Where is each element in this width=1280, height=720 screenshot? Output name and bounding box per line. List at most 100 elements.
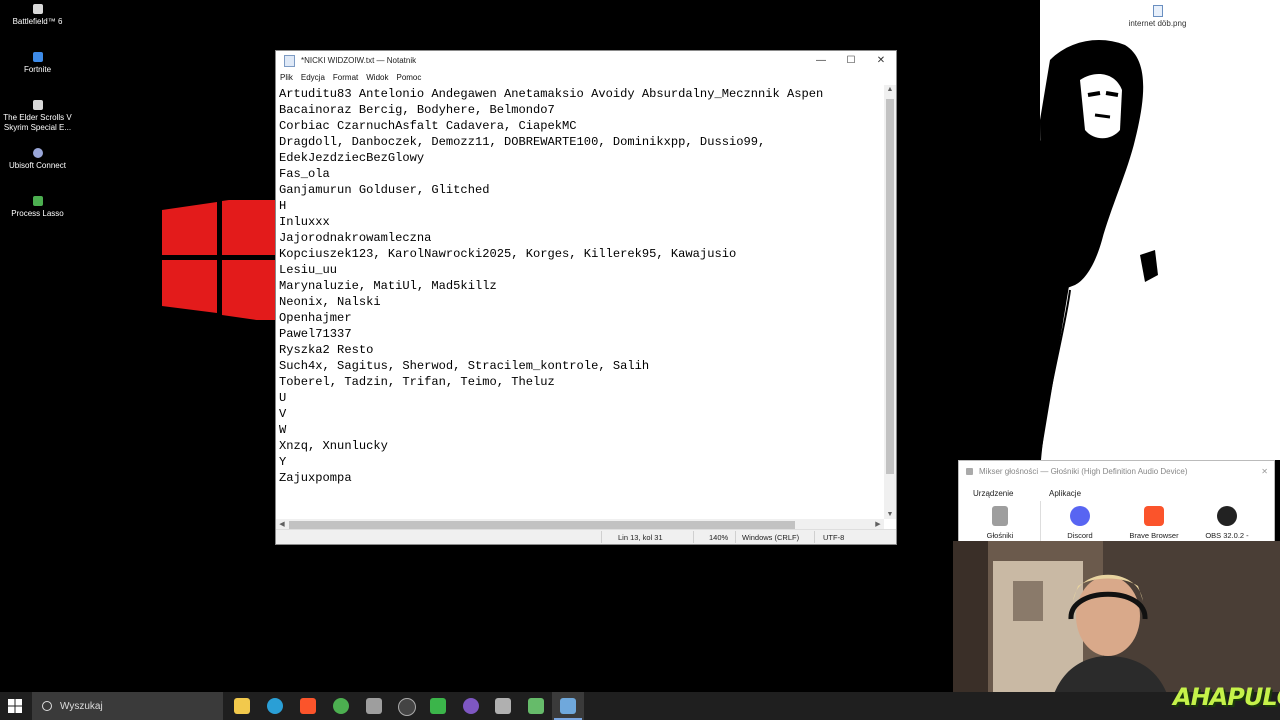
text-line[interactable]: Pawel71337	[279, 326, 883, 342]
horizontal-scroll-thumb[interactable]	[289, 521, 795, 529]
scroll-up-icon[interactable]: ▲	[884, 86, 896, 93]
text-line[interactable]: Artuditu83 Antelonio Andegawen Anetamaks…	[279, 86, 883, 102]
close-icon[interactable]: ✕	[1261, 467, 1268, 476]
desktop-file-icon[interactable]: internet döb.png	[1125, 5, 1190, 28]
menu-format[interactable]: Format	[333, 73, 358, 82]
notepad-titlebar[interactable]: *NICKI WIDZOIW.txt — Notatnik — ☐ ✕	[276, 51, 896, 70]
text-line[interactable]: Fas_ola	[279, 166, 883, 182]
notepad-app-icon	[284, 54, 295, 67]
device-header: Urządzenie	[973, 489, 1014, 498]
desktop-file-label: internet döb.png	[1128, 19, 1187, 28]
text-content[interactable]: Artuditu83 Antelonio Andegawen Anetamaks…	[279, 86, 883, 568]
menu-bar: Plik Edycja Format Widok Pomoc	[276, 70, 896, 85]
taskbar-app-icon[interactable]	[366, 698, 382, 714]
desktop-icon-ubisoft[interactable]: Ubisoft Connect	[0, 148, 75, 171]
desktop-icon-label: Process Lasso	[11, 209, 64, 218]
mixer-device-speakers[interactable]: Głośniki	[965, 506, 1035, 540]
taskbar-obs-icon[interactable]	[398, 698, 416, 716]
text-line[interactable]: Corbiac CzarnuchAsfalt Cadavera, CiapekM…	[279, 118, 883, 134]
desktop-icon-fortnite[interactable]: Fortnite	[0, 52, 75, 75]
taskbar-brave-icon[interactable]	[300, 698, 316, 714]
desktop-icon-battlefield[interactable]: Battlefield™ 6	[0, 4, 75, 27]
menu-edit[interactable]: Edycja	[301, 73, 325, 82]
scroll-down-icon[interactable]: ▼	[884, 511, 896, 518]
mixer-app-brave[interactable]: Brave Browser	[1119, 506, 1189, 540]
taskbar-app-icon[interactable]	[463, 698, 479, 714]
text-line[interactable]: H	[279, 198, 883, 214]
start-button-icon[interactable]	[8, 699, 22, 713]
text-line[interactable]: Lesiu_uu	[279, 262, 883, 278]
taskbar-shield-icon[interactable]	[495, 698, 511, 714]
taskbar-search[interactable]: Wyszukaj	[32, 692, 223, 720]
taskbar-file-explorer-icon[interactable]	[234, 698, 250, 714]
minimize-icon[interactable]: —	[806, 55, 836, 66]
text-line[interactable]: Jajorodnakrowamleczna	[279, 230, 883, 246]
desktop-icon-skyrim[interactable]: The Elder Scrolls V Skyrim Special E...	[0, 100, 75, 133]
menu-file[interactable]: Plik	[280, 73, 293, 82]
fortnite-icon	[32, 52, 43, 62]
text-line[interactable]: U	[279, 390, 883, 406]
ubisoft-icon	[32, 148, 43, 158]
taskbar-chrome-icon[interactable]	[333, 698, 349, 714]
taskbar-app-icon[interactable]	[430, 698, 446, 714]
mixer-device-label: Głośniki	[986, 531, 1014, 540]
window-title: *NICKI WIDZOIW.txt — Notatnik	[301, 56, 417, 65]
taskbar-notepad-icon[interactable]	[554, 698, 582, 720]
text-line[interactable]: Ganjamurun Golduser, Glitched	[279, 182, 883, 198]
text-line[interactable]: Y	[279, 454, 883, 470]
menu-view[interactable]: Widok	[366, 73, 388, 82]
maximize-icon[interactable]: ☐	[836, 55, 866, 66]
text-line[interactable]: EdekJezdziecBezGlowy	[279, 150, 883, 166]
zoom-level: 140%	[709, 533, 729, 542]
mixer-app-label: OBS 32.0.2 -	[1205, 531, 1249, 540]
mixer-app-discord[interactable]: Discord	[1045, 506, 1115, 540]
mixer-title: Mikser głośności — Głośniki (High Defini…	[979, 466, 1188, 476]
taskbar: Wyszukaj	[0, 692, 1280, 720]
search-icon	[42, 701, 52, 711]
notepad-window: *NICKI WIDZOIW.txt — Notatnik — ☐ ✕ Plik…	[275, 50, 897, 545]
desktop-icon-label: Ubisoft Connect	[9, 161, 66, 170]
text-line[interactable]: Xnzq, Xnunlucky	[279, 438, 883, 454]
taskbar-edge-icon[interactable]	[267, 698, 283, 714]
speaker-icon	[992, 506, 1008, 526]
text-line[interactable]: Such4x, Sagitus, Sherwod, Stracilem_kont…	[279, 358, 883, 374]
vertical-scroll-thumb[interactable]	[886, 99, 894, 474]
desktop-icon-label: The Elder Scrolls V Skyrim Special E...	[3, 113, 72, 132]
text-line[interactable]: Kopciuszek123, KarolNawrocki2025, Korges…	[279, 246, 883, 262]
brave-icon	[1144, 506, 1164, 526]
text-line[interactable]: Ryszka2 Resto	[279, 342, 883, 358]
desktop-icon-label: Fortnite	[23, 65, 52, 74]
status-bar: Lin 13, kol 31 140% Windows (CRLF) UTF-8	[276, 529, 896, 544]
obs-icon	[1217, 506, 1237, 526]
vertical-scrollbar[interactable]: ▲ ▼	[884, 85, 896, 519]
text-line[interactable]: Zajuxpompa	[279, 470, 883, 486]
wallpaper-portrait	[1040, 0, 1280, 460]
mixer-app-label: Brave Browser	[1129, 531, 1179, 540]
discord-icon	[1070, 506, 1090, 526]
speaker-small-icon	[966, 467, 973, 475]
text-line[interactable]: Inluxxx	[279, 214, 883, 230]
text-line[interactable]: Neonix, Nalski	[279, 294, 883, 310]
skyrim-icon	[32, 100, 43, 110]
taskbar-app-icon[interactable]	[528, 698, 544, 714]
desktop-icon-process-lasso[interactable]: Process Lasso	[0, 196, 75, 219]
text-line[interactable]: W	[279, 422, 883, 438]
menu-help[interactable]: Pomoc	[396, 73, 421, 82]
search-placeholder: Wyszukaj	[60, 700, 103, 712]
desktop-icon-label: Battlefield™ 6	[12, 17, 63, 26]
text-line[interactable]: Dragdoll, Danboczek, Demozz11, DOBREWART…	[279, 134, 883, 150]
encoding: UTF-8	[823, 533, 845, 542]
close-icon[interactable]: ✕	[866, 55, 896, 66]
text-line[interactable]: Marynaluzie, MatiUl, Mad5killz	[279, 278, 883, 294]
windows-logo-wallpaper	[162, 200, 277, 320]
portrait-image	[1040, 0, 1280, 460]
text-editor[interactable]: Artuditu83 Antelonio Andegawen Anetamaks…	[276, 85, 884, 569]
mixer-app-obs[interactable]: OBS 32.0.2 -	[1192, 506, 1262, 540]
text-line[interactable]: V	[279, 406, 883, 422]
mixer-titlebar[interactable]: Mikser głośności — Głośniki (High Defini…	[959, 461, 1274, 481]
volume-mixer-window: Mikser głośności — Głośniki (High Defini…	[958, 460, 1275, 546]
text-line[interactable]: Bacainoraz Bercig, Bodyhere, Belmondo7	[279, 102, 883, 118]
text-line[interactable]: Toberel, Tadzin, Trifan, Teimo, Theluz	[279, 374, 883, 390]
text-line[interactable]: Openhajmer	[279, 310, 883, 326]
cursor-position: Lin 13, kol 31	[618, 533, 663, 542]
